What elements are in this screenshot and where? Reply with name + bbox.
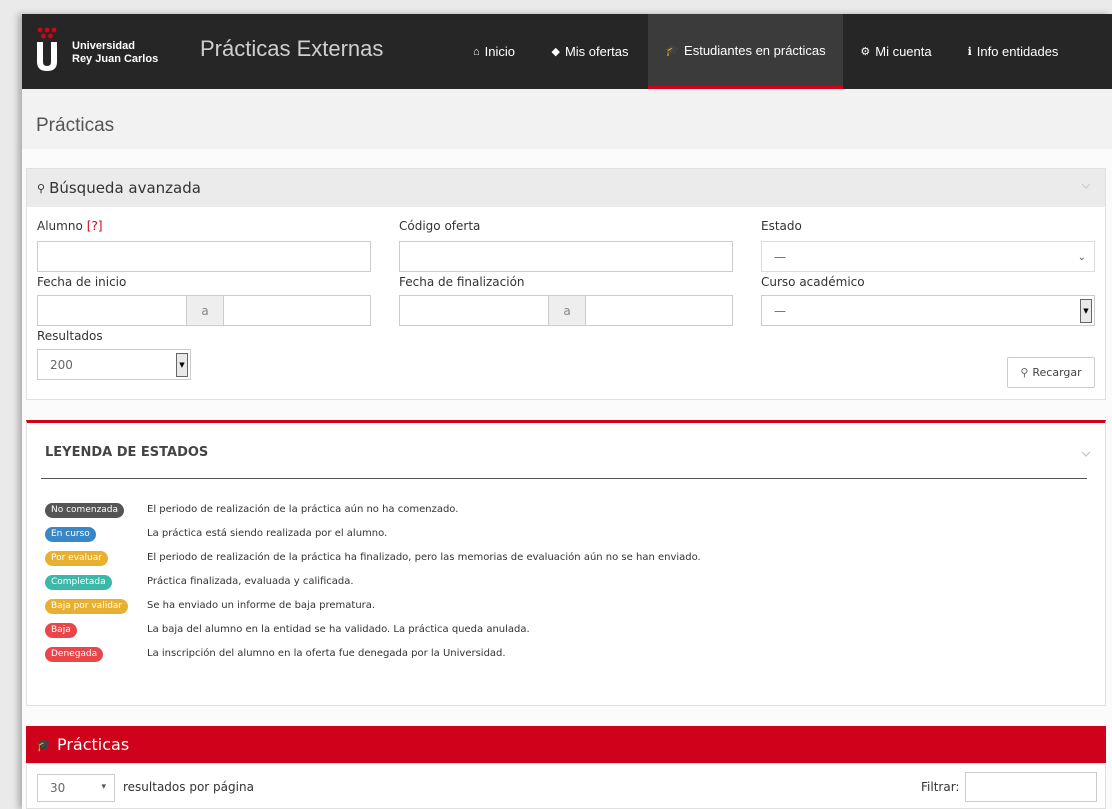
legend-description: La baja del alumno en la entidad se ha v… bbox=[147, 624, 530, 635]
per-page-value: 30 bbox=[50, 781, 66, 795]
recargar-button[interactable]: ⚲ Recargar bbox=[1007, 357, 1095, 388]
status-badge: No comenzada bbox=[45, 502, 125, 518]
filter-label: Filtrar: bbox=[921, 780, 960, 794]
fecha-inicio-label: Fecha de inicio bbox=[37, 275, 127, 289]
legend-description: El periodo de realización de la práctica… bbox=[147, 552, 701, 563]
nav-item-mis-ofertas[interactable]: ◆ Mis ofertas bbox=[537, 14, 643, 89]
resultados-label: Resultados bbox=[37, 329, 103, 343]
fecha-fin-label: Fecha de finalización bbox=[399, 275, 525, 289]
legend-divider bbox=[41, 478, 1087, 479]
top-navbar: Universidad Rey Juan Carlos Prácticas Ex… bbox=[22, 14, 1112, 89]
status-badge: Denegada bbox=[45, 646, 104, 662]
status-badge: Por evaluar bbox=[45, 550, 108, 566]
chevron-down-icon[interactable] bbox=[1081, 449, 1091, 459]
resultados-select[interactable]: 200 ▼ bbox=[37, 349, 191, 380]
graduation-cap-icon: 🎓 bbox=[36, 737, 51, 752]
legend-item: Baja por validar bbox=[45, 598, 129, 614]
search-icon: ⚲ bbox=[37, 181, 46, 195]
dropdown-arrow-icon: ▼ bbox=[176, 353, 188, 377]
nav-item-label: Mi cuenta bbox=[875, 44, 932, 59]
curso-select-value: — bbox=[774, 303, 786, 318]
legend-description: Se ha enviado un informe de baja prematu… bbox=[147, 600, 376, 611]
codigo-oferta-input[interactable] bbox=[399, 241, 733, 272]
legend-item: Denegada bbox=[45, 646, 104, 662]
legend-item: En curso bbox=[45, 526, 96, 542]
browser-page: Universidad Rey Juan Carlos Prácticas Ex… bbox=[22, 14, 1112, 809]
chevron-down-icon: ▾ bbox=[101, 782, 106, 792]
nav-item-label: Mis ofertas bbox=[564, 44, 629, 59]
legend-item: Completada bbox=[45, 574, 112, 590]
recargar-button-label: Recargar bbox=[1032, 366, 1082, 379]
estado-label: Estado bbox=[761, 219, 802, 233]
nav-item-estudiantes[interactable]: 🎓 Estudiantes en prácticas bbox=[648, 14, 843, 89]
brand-name[interactable]: Universidad Rey Juan Carlos bbox=[72, 40, 158, 66]
search-panel: ⚲ Búsqueda avanzada Alumno [?] Código ofe… bbox=[26, 168, 1106, 400]
practicas-panel-title: Prácticas bbox=[56, 735, 130, 754]
legend-panel: LEYENDA DE ESTADOS No comenzada El perio… bbox=[26, 420, 1106, 706]
per-page-select[interactable]: 30 ▾ bbox=[37, 774, 115, 802]
nav-item-mi-cuenta[interactable]: ⚙ Mi cuenta bbox=[848, 14, 944, 89]
status-badge: Baja bbox=[45, 622, 77, 638]
nav-item-info-entidades[interactable]: ℹ Info entidades bbox=[949, 14, 1077, 89]
fecha-inicio-from-input[interactable] bbox=[37, 295, 187, 326]
filter-input[interactable] bbox=[965, 772, 1097, 802]
legend-item: No comenzada bbox=[45, 502, 125, 518]
home-icon: ⌂ bbox=[472, 45, 480, 58]
alumno-help-link[interactable]: [?] bbox=[87, 219, 103, 233]
brand-line2: Rey Juan Carlos bbox=[72, 53, 159, 65]
curso-academico-select[interactable]: — ▼ bbox=[761, 295, 1095, 326]
curso-academico-label: Curso académico bbox=[761, 275, 865, 289]
estado-select-value: — bbox=[774, 249, 786, 264]
status-badge: En curso bbox=[45, 526, 96, 542]
graduation-cap-icon: 🎓 bbox=[665, 44, 680, 57]
page-header: Prácticas bbox=[22, 89, 1112, 149]
fecha-fin-to-input[interactable] bbox=[585, 295, 733, 326]
nav-item-inicio[interactable]: ⌂ Inicio bbox=[456, 14, 532, 89]
fecha-inicio-to-input[interactable] bbox=[223, 295, 371, 326]
app-title[interactable]: Prácticas Externas bbox=[200, 36, 383, 62]
fecha-fin-from-input[interactable] bbox=[399, 295, 549, 326]
page-title: Prácticas bbox=[36, 115, 115, 136]
legend-item: Baja bbox=[45, 622, 77, 638]
tags-icon: ◆ bbox=[551, 46, 560, 58]
alumno-label: Alumno [?] bbox=[37, 219, 103, 233]
chevron-down-icon: ⌄ bbox=[1077, 252, 1086, 263]
legend-description: La inscripción del alumno en la oferta f… bbox=[147, 648, 506, 659]
codigo-oferta-label: Código oferta bbox=[399, 219, 481, 233]
info-circle-icon: ℹ bbox=[967, 46, 972, 58]
screen-background: Universidad Rey Juan Carlos Prácticas Ex… bbox=[0, 0, 1112, 809]
legend-description: Práctica finalizada, evaluada y califica… bbox=[147, 576, 354, 587]
status-badge: Completada bbox=[45, 574, 112, 590]
chevron-down-icon[interactable] bbox=[1081, 181, 1091, 191]
search-icon: ⚲ bbox=[1020, 366, 1029, 379]
legend-item: Por evaluar bbox=[45, 550, 108, 566]
practicas-panel-heading: 🎓 Prácticas bbox=[26, 726, 1106, 763]
alumno-label-text: Alumno bbox=[37, 219, 83, 233]
per-page-label: resultados por página bbox=[123, 780, 254, 794]
search-panel-heading[interactable]: ⚲ Búsqueda avanzada bbox=[27, 169, 1105, 207]
status-badge: Baja por validar bbox=[45, 598, 129, 614]
alumno-input[interactable] bbox=[37, 241, 371, 272]
nav-item-label: Estudiantes en prácticas bbox=[684, 42, 826, 58]
dropdown-arrow-icon: ▼ bbox=[1080, 299, 1092, 323]
fecha-fin-range-sep: a bbox=[549, 295, 585, 326]
fecha-inicio-range-sep: a bbox=[187, 295, 223, 326]
resultados-select-value: 200 bbox=[50, 357, 73, 372]
legend-description: El periodo de realización de la práctica… bbox=[147, 504, 459, 515]
gears-icon: ⚙ bbox=[860, 46, 871, 58]
search-panel-title: Búsqueda avanzada bbox=[49, 179, 201, 197]
estado-select[interactable]: — ⌄ bbox=[761, 241, 1095, 272]
practicas-panel-body: 30 ▾ resultados por página Filtrar: bbox=[26, 763, 1106, 809]
legend-description: La práctica está siendo realizada por el… bbox=[147, 528, 388, 539]
brand-line1: Universidad bbox=[72, 40, 135, 52]
nav-item-label: Inicio bbox=[484, 44, 515, 59]
nav-item-label: Info entidades bbox=[976, 44, 1059, 59]
legend-title: LEYENDA DE ESTADOS bbox=[45, 445, 209, 460]
urjc-logo-icon[interactable] bbox=[34, 26, 60, 72]
